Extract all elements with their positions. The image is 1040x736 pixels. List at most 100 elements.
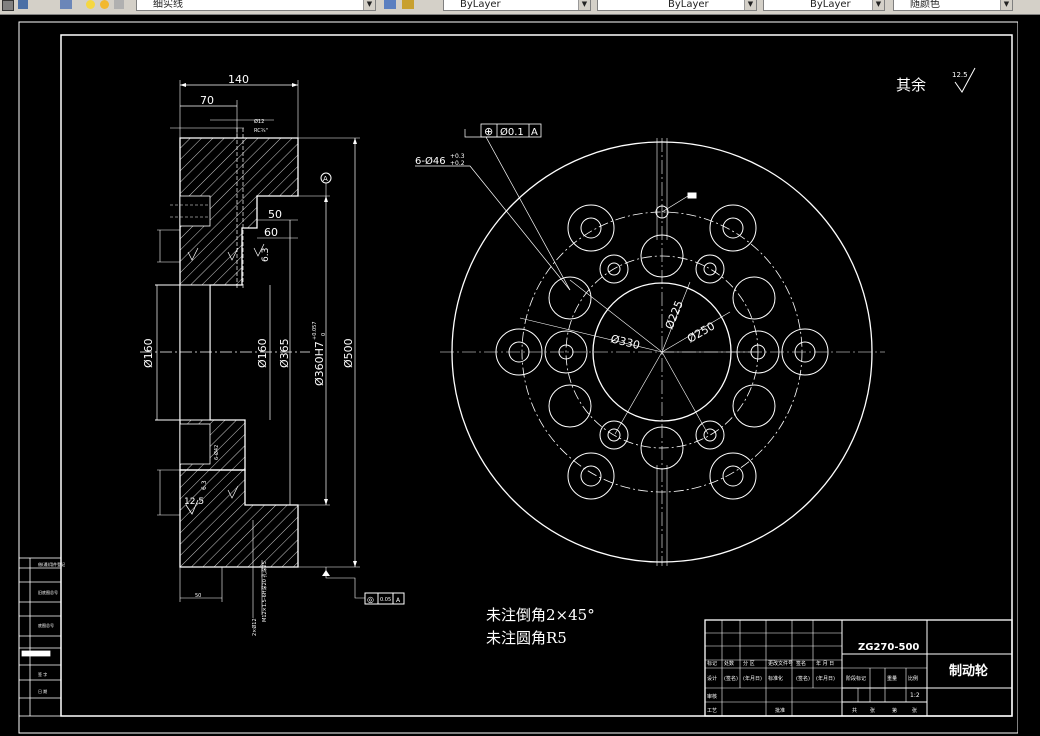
bolt-hole <box>732 276 776 320</box>
chevron-down-icon[interactable]: ▼ <box>1000 0 1012 10</box>
dim-60: 60 <box>264 226 278 239</box>
tb-standard: 标准化 <box>768 675 783 682</box>
layer-name: 细实线 <box>153 0 183 10</box>
dim-dia360-tol: +0.057 <box>312 321 318 340</box>
tb-scale-label: 比例 <box>908 675 918 682</box>
left-block-label-5: 日 期 <box>38 688 47 694</box>
tb-process: 工艺 <box>707 708 717 714</box>
dim-bolt: 6-Ø42 <box>213 445 220 460</box>
chevron-down-icon[interactable]: ▼ <box>578 0 590 10</box>
tb-review: 审核 <box>707 693 717 700</box>
plotstyle-dropdown[interactable]: 随颜色 ▼ <box>893 0 1013 11</box>
dim-r63: 6.3 <box>261 248 271 262</box>
large-hole <box>709 452 757 500</box>
linetype-value: ByLayer <box>668 0 709 10</box>
dim-70: 70 <box>200 94 214 107</box>
lock-icon[interactable] <box>114 0 124 9</box>
note-fillet: 未注圆角R5 <box>486 629 567 647</box>
bolt-hole <box>548 276 592 320</box>
make-current-icon[interactable] <box>384 0 396 9</box>
hole-tol-upper: +0.3 <box>450 153 465 160</box>
bottom-note-1: M12×1.5-6H深20 孔深25 <box>261 561 268 622</box>
dim-rc: RC¾" <box>254 128 268 134</box>
chevron-down-icon[interactable]: ▼ <box>872 0 884 10</box>
right-scroll-area[interactable] <box>1018 15 1040 736</box>
plotstyle-value: 随颜色 <box>910 0 940 10</box>
section-view <box>140 80 405 618</box>
tb-weight-label: 重量 <box>887 675 897 682</box>
tb-sheets: 张 <box>870 707 875 714</box>
dim-dia360-tol0: 0 <box>321 333 327 336</box>
datum-a: A <box>323 175 328 183</box>
dim-50: 50 <box>268 208 282 221</box>
tol-frame-value: Ø0.1 <box>500 126 524 138</box>
left-block-label-2: 旧底图总号 <box>38 589 58 595</box>
left-block-label-4: 签 字 <box>38 671 47 677</box>
lineweight-dropdown[interactable]: ByLayer ▼ <box>763 0 885 11</box>
sun-icon[interactable] <box>100 0 109 9</box>
hole-tol-lower: +0.2 <box>450 160 465 167</box>
toolbar: 细实线 ▼ ByLayer ▼ ByLayer ▼ ByLayer ▼ 随颜色 … <box>0 0 1040 15</box>
dim-rough-12: 12.5 <box>184 497 204 507</box>
chevron-down-icon[interactable]: ▼ <box>363 0 375 10</box>
bolt-hole <box>548 384 592 428</box>
tb-stage-label: 阶段标记 <box>846 675 866 682</box>
dim-sm12: Ø12 <box>254 118 264 125</box>
dim-bottom-50: 50 <box>195 593 201 599</box>
linetype-dropdown[interactable]: ByLayer ▼ <box>597 0 757 11</box>
dim-dia500: Ø500 <box>342 338 355 368</box>
lineweight-value: ByLayer <box>810 0 851 10</box>
tb-mark: 标记 <box>707 660 717 667</box>
small-hole <box>695 254 725 284</box>
tb-standard-sign: (签名) <box>796 675 810 682</box>
large-hole <box>567 204 615 252</box>
chevron-down-icon[interactable]: ▼ <box>744 0 756 10</box>
color-value: ByLayer <box>460 0 501 10</box>
note-chamfer: 未注倒角2×45° <box>486 606 595 624</box>
bulb-icon[interactable] <box>86 0 95 9</box>
hole-spec: 6-Ø46 <box>415 155 446 167</box>
dim-rough-63: 6.3 <box>201 480 208 490</box>
part-number: ZG270-500 <box>858 642 919 653</box>
tb-date: 年 月 日 <box>816 660 834 667</box>
dim-330: Ø330 <box>609 332 641 352</box>
dim-dia365: Ø365 <box>278 338 291 368</box>
runout-value: 0.05 <box>380 597 391 603</box>
color-dropdown[interactable]: ByLayer ▼ <box>443 0 591 11</box>
dim-dia160-right: Ø160 <box>256 338 269 368</box>
layer-icon[interactable] <box>18 0 28 9</box>
roughness-value: 12.5 <box>952 71 968 79</box>
tb-change-file: 更改文件号 <box>768 660 793 667</box>
tb-sheet: 张 <box>912 707 917 714</box>
tb-sign: 签名 <box>796 660 806 667</box>
part-name: 制动轮 <box>949 663 988 679</box>
tb-zone: 分 区 <box>743 660 755 667</box>
left-block-label-1: 借(通)用件登记 <box>38 561 65 567</box>
runout-symbol: ◎ <box>367 595 374 604</box>
tb-approve: 批准 <box>775 707 785 714</box>
layer-manager-icon[interactable] <box>60 0 72 9</box>
tb-design: 设计 <box>707 675 717 682</box>
tb-standard-date: (年月日) <box>816 675 835 682</box>
dim-dia360: Ø360H7 <box>313 341 326 386</box>
dim-dia160-left: Ø160 <box>142 338 155 368</box>
layer-dropdown[interactable]: 细实线 ▼ <box>136 0 376 11</box>
dim-140: 140 <box>228 73 249 86</box>
large-hole <box>709 204 757 252</box>
tb-total: 共 <box>852 707 857 714</box>
tol-frame-datum: A <box>531 127 538 138</box>
dim-250: Ø250 <box>685 320 717 346</box>
small-hole <box>695 420 725 450</box>
drawing-canvas[interactable]: 借(通)用件登记 旧底图总号 底图总号 签 字 日 期 140 70 Ø12 R… <box>0 15 1040 736</box>
tol-frame-symbol: ⊕ <box>484 125 493 138</box>
tb-scale-value: 1:2 <box>910 692 920 699</box>
bolt-hole <box>732 384 776 428</box>
large-hole <box>567 452 615 500</box>
roughness-note: 其余 <box>896 76 926 94</box>
bottom-note-2: 2×Ø12 <box>251 618 258 636</box>
layer-previous-icon[interactable] <box>402 0 414 9</box>
close-icon[interactable] <box>2 0 14 11</box>
tb-design-date: (年月日) <box>743 675 762 682</box>
tb-count: 处数 <box>724 660 734 667</box>
tb-no: 第 <box>892 707 897 714</box>
